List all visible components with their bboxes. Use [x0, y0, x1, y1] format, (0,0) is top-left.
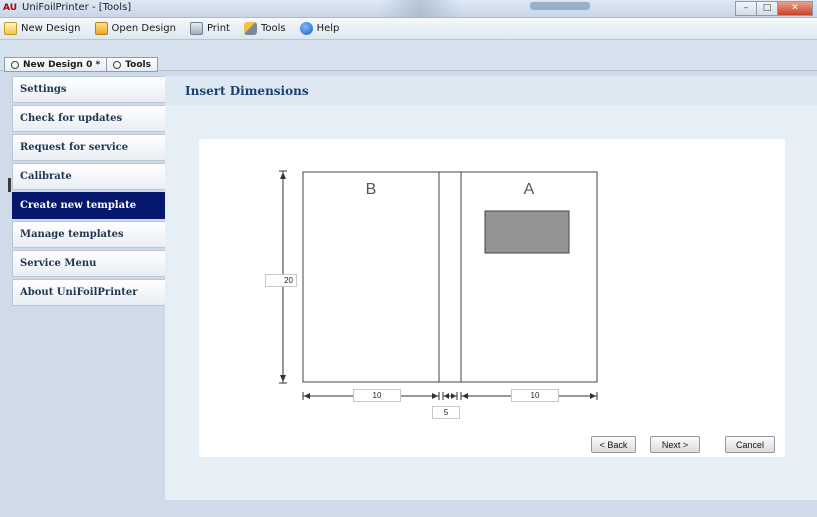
- tab-document-icon: [11, 60, 19, 69]
- tools-icon: [243, 22, 257, 35]
- sidebar-item-request-service[interactable]: Request for service: [12, 134, 165, 161]
- sidebar-item-create-template[interactable]: Create new template: [12, 192, 165, 219]
- open-design-button[interactable]: Open Design: [94, 22, 176, 35]
- page-left-outline: [302, 171, 440, 383]
- tab-document-icon: [113, 60, 122, 69]
- tools-label: Tools: [260, 23, 286, 34]
- right-width-input[interactable]: 10: [511, 389, 559, 402]
- titlebar-decoration: [380, 0, 460, 18]
- new-document-icon: [4, 22, 17, 35]
- main-header: Insert Dimensions: [165, 76, 817, 105]
- spine-arrow-right: [451, 393, 456, 399]
- status-strip: [165, 500, 817, 517]
- title-bar: AU UniFoilPrinter - [Tools] – □ ✕: [0, 0, 817, 18]
- printer-icon: [189, 22, 203, 35]
- maximize-button[interactable]: □: [756, 1, 778, 16]
- open-design-label: Open Design: [111, 23, 176, 34]
- spine-arrow-left: [444, 393, 449, 399]
- open-folder-icon: [94, 22, 108, 35]
- sidebar-item-about[interactable]: About UniFoilPrinter: [12, 279, 165, 306]
- print-label: Print: [206, 23, 230, 34]
- spine-width-input[interactable]: 5: [432, 406, 460, 419]
- app-logo: AU: [3, 3, 17, 13]
- new-design-button[interactable]: New Design: [4, 22, 81, 35]
- right-width-arrow-left: [462, 393, 468, 399]
- height-arrow-bottom: [280, 375, 286, 382]
- print-button[interactable]: Print: [189, 22, 230, 35]
- page-right-outline: [460, 171, 598, 383]
- titlebar-decoration: [530, 2, 590, 10]
- window-title: UniFoilPrinter - [Tools]: [22, 2, 132, 13]
- sidebar-item-manage-templates[interactable]: Manage templates: [12, 221, 165, 248]
- back-button[interactable]: < Back: [591, 436, 636, 453]
- next-button[interactable]: Next >: [650, 436, 700, 453]
- dimensions-panel: B A 20 10 5 10 < Back Next > Cancel: [199, 139, 785, 457]
- template-diagram: B A: [279, 170, 598, 400]
- help-icon: [299, 22, 313, 35]
- sidebar-item-service-menu[interactable]: Service Menu: [12, 250, 165, 277]
- left-width-input[interactable]: 10: [353, 389, 401, 402]
- tab-tools[interactable]: Tools: [107, 57, 158, 72]
- window-controls: – □ ✕: [735, 1, 813, 16]
- close-button[interactable]: ✕: [777, 1, 813, 16]
- new-design-label: New Design: [21, 23, 81, 34]
- foil-area: [484, 210, 570, 254]
- tools-button[interactable]: Tools: [243, 22, 286, 35]
- help-button[interactable]: Help: [299, 22, 340, 35]
- cancel-button[interactable]: Cancel: [725, 436, 775, 453]
- minimize-button[interactable]: –: [735, 1, 757, 16]
- right-width-arrow-right: [590, 393, 596, 399]
- tab-label: New Design 0 *: [23, 59, 101, 70]
- page-title: Insert Dimensions: [185, 84, 309, 98]
- left-edge-marker: [8, 178, 11, 192]
- sidebar-item-calibrate[interactable]: Calibrate: [12, 163, 165, 190]
- tab-new-design[interactable]: New Design 0 *: [4, 57, 108, 72]
- document-tabs: New Design 0 * Tools: [4, 57, 158, 72]
- help-label: Help: [316, 23, 340, 34]
- sidebar-item-settings[interactable]: Settings: [12, 76, 165, 103]
- height-arrow-top: [280, 172, 286, 179]
- left-width-arrow-right: [432, 393, 438, 399]
- main-content: Insert Dimensions B A 20 10 5 10 < Back …: [165, 76, 817, 517]
- sidebar: Settings Check for updates Request for s…: [12, 76, 165, 517]
- page-left-label: B: [366, 181, 377, 198]
- spine-outline: [438, 171, 462, 383]
- page-right-label: A: [524, 181, 535, 198]
- left-width-arrow-left: [304, 393, 310, 399]
- tab-label: Tools: [125, 59, 151, 70]
- sidebar-item-check-updates[interactable]: Check for updates: [12, 105, 165, 132]
- height-input[interactable]: 20: [265, 274, 297, 287]
- main-toolbar: New Design Open Design Print Tools Help: [0, 18, 817, 40]
